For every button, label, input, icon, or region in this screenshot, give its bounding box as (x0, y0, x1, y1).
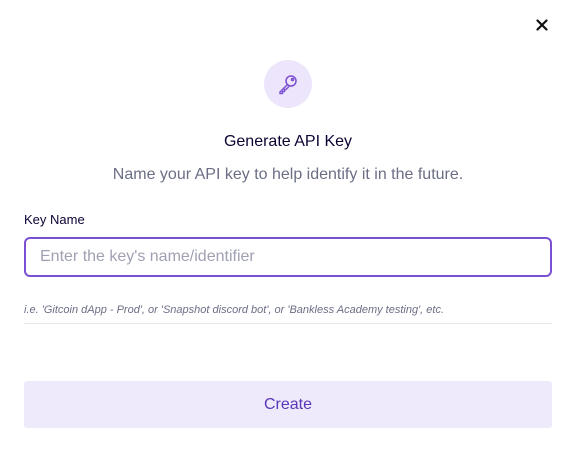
key-name-field (24, 237, 552, 277)
key-name-label: Key Name (24, 212, 85, 227)
key-name-hint: i.e. 'Gitcoin dApp - Prod', or 'Snapshot… (24, 304, 552, 324)
close-icon (536, 19, 548, 31)
modal-title: Generate API Key (223, 133, 353, 150)
create-button[interactable]: Create (24, 381, 552, 428)
generate-api-key-modal: Generate API Key Name your API key to he… (0, 0, 573, 466)
key-icon-badge (264, 60, 312, 108)
modal-subtitle: Name your API key to help identify it in… (112, 166, 464, 183)
close-button[interactable] (532, 15, 552, 35)
key-name-input[interactable] (26, 239, 550, 275)
key-icon (279, 75, 297, 95)
